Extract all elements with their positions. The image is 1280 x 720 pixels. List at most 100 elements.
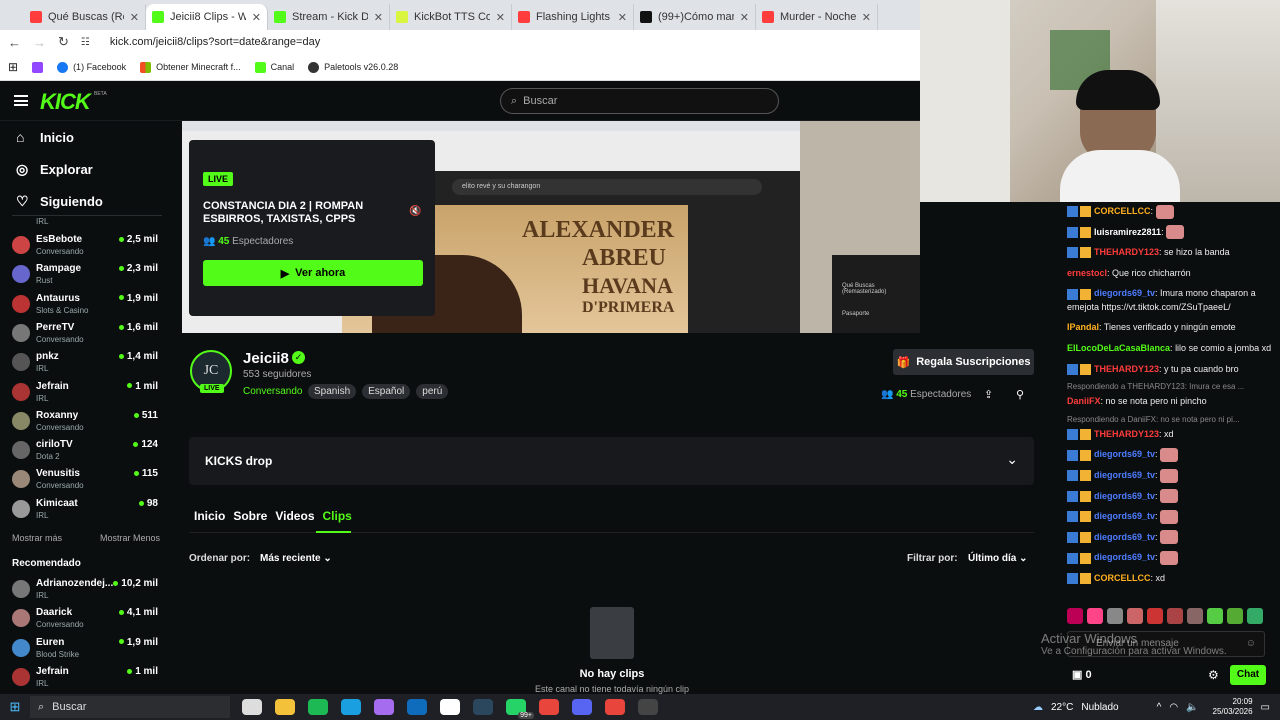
- channel-tag[interactable]: Español: [362, 384, 411, 399]
- sidebar-channel[interactable]: Antaurus Slots & Casino 1,9 mil: [12, 291, 162, 320]
- menu-icon[interactable]: [14, 95, 28, 106]
- filter-dropdown[interactable]: Último día ⌄: [968, 553, 1028, 564]
- browser-tab[interactable]: Flashing Lights - You ✕: [512, 4, 634, 30]
- emote-icon[interactable]: [1107, 608, 1123, 624]
- bookmark-canal[interactable]: Canal: [254, 61, 294, 73]
- weather-label[interactable]: Nublado: [1081, 702, 1118, 713]
- store-icon[interactable]: [440, 699, 460, 715]
- emote-icon[interactable]: [1167, 608, 1183, 624]
- chat-username[interactable]: diegords69_tv: [1094, 491, 1155, 501]
- notifications-icon[interactable]: ▭: [1261, 702, 1270, 713]
- sort-dropdown[interactable]: Más reciente ⌄: [260, 553, 332, 564]
- windows-start-icon[interactable]: ⊞: [0, 699, 30, 715]
- sidebar-channel[interactable]: Roxanny Conversando 511: [12, 408, 162, 437]
- chat-username[interactable]: ElLocoDeLaCasaBlanca: [1067, 343, 1170, 353]
- follow-user-icon[interactable]: ⚲: [1016, 388, 1024, 401]
- sidebar-channel[interactable]: ciriloTV Dota 2 124: [12, 437, 162, 466]
- emote-icon[interactable]: [1187, 608, 1203, 624]
- browser-tab[interactable]: Murder - Noche de ✕: [756, 4, 878, 30]
- watch-now-button[interactable]: ▶ Ver ahora: [203, 260, 423, 286]
- chat-username[interactable]: diegords69_tv: [1094, 288, 1155, 298]
- sidebar-channel[interactable]: pnkz IRL 1,4 mil: [12, 349, 162, 378]
- copilot-icon[interactable]: [374, 699, 394, 715]
- url-field[interactable]: kick.com/jeicii8/clips?sort=date&range=d…: [110, 36, 320, 48]
- close-tab-icon[interactable]: ✕: [374, 11, 383, 24]
- search-input[interactable]: ⌕ Buscar: [500, 88, 779, 114]
- emote-icon[interactable]: [1127, 608, 1143, 624]
- edge-icon[interactable]: [341, 699, 361, 715]
- chat-username[interactable]: IPandal: [1067, 322, 1099, 332]
- show-more-button[interactable]: Mostrar más: [12, 533, 62, 543]
- whatsapp-icon[interactable]: 99+: [506, 699, 534, 719]
- tab-videos[interactable]: Videos: [275, 509, 314, 523]
- sidebar-channel[interactable]: Jefrain IRL 1 mil: [12, 664, 162, 693]
- chat-username[interactable]: DaniiFX: [1067, 396, 1101, 406]
- sidebar-channel[interactable]: EsBebote Conversando 2,5 mil: [12, 232, 162, 261]
- tab-sobre[interactable]: Sobre: [233, 509, 267, 523]
- close-tab-icon[interactable]: ✕: [130, 11, 139, 24]
- sidebar-nav-explorar[interactable]: ◎ Explorar: [0, 153, 170, 185]
- outlook-icon[interactable]: [407, 699, 427, 715]
- emote-icon[interactable]: [1247, 608, 1263, 624]
- clock[interactable]: 20:09 25/03/2026: [1213, 697, 1253, 717]
- weather-temp[interactable]: 22°C: [1051, 702, 1073, 713]
- volume-icon[interactable]: 🔈: [1186, 702, 1198, 713]
- sidebar-channel[interactable]: PerreTV Conversando 1,6 mil: [12, 320, 162, 349]
- steam-icon[interactable]: [473, 699, 493, 715]
- site-info-icon[interactable]: ☷: [81, 37, 90, 48]
- task-view-icon[interactable]: [242, 699, 262, 715]
- file-explorer-icon[interactable]: [275, 699, 295, 715]
- chat-username[interactable]: THEHARDY123: [1094, 429, 1159, 439]
- channel-tag[interactable]: perú: [416, 384, 449, 399]
- kick-logo[interactable]: KICK: [40, 89, 91, 115]
- chat-username[interactable]: diegords69_tv: [1094, 532, 1155, 542]
- obs-icon[interactable]: [638, 699, 658, 715]
- share-icon[interactable]: ⇪: [984, 388, 993, 401]
- spotify-icon[interactable]: [308, 699, 328, 715]
- sidebar-channel[interactable]: Daarick Conversando 4,1 mil: [12, 605, 162, 634]
- sidebar-nav-siguiendo[interactable]: ♡ Siguiendo: [0, 185, 170, 217]
- browser-tab[interactable]: KickBot TTS Comman ✕: [390, 4, 512, 30]
- emoji-icon[interactable]: ☺: [1246, 638, 1256, 649]
- emote-icon[interactable]: [1207, 608, 1223, 624]
- close-tab-icon[interactable]: ✕: [740, 11, 749, 24]
- chat-settings-icon[interactable]: ⚙: [1208, 668, 1219, 682]
- back-icon[interactable]: ←: [8, 35, 21, 50]
- sidebar-channel[interactable]: Venusitis Conversando 115: [12, 466, 162, 495]
- channel-tag[interactable]: Spanish: [308, 384, 357, 399]
- bookmark-paletools[interactable]: Paletools v26.0.28: [308, 61, 398, 73]
- browser-tab[interactable]: Jeicii8 Clips - Watch ✕: [146, 4, 268, 30]
- wifi-icon[interactable]: ◠: [1169, 702, 1178, 713]
- emote-icon[interactable]: [1227, 608, 1243, 624]
- bookmark-facebook[interactable]: (1) Facebook: [57, 61, 126, 73]
- taskbar-search[interactable]: ⌕ Buscar: [30, 696, 230, 718]
- browser-tab[interactable]: (99+)Cómo manejar ✕: [634, 4, 756, 30]
- sidebar-channel[interactable]: Jefrain IRL 1 mil: [12, 379, 162, 408]
- category-link[interactable]: Conversando: [243, 386, 302, 397]
- forward-icon[interactable]: →: [33, 35, 46, 50]
- tab-clips[interactable]: Clips: [323, 509, 352, 523]
- bookmark-minecraft[interactable]: Obtener Minecraft f...: [140, 61, 241, 73]
- tab-inicio[interactable]: Inicio: [194, 509, 225, 523]
- sidebar-channel[interactable]: Adrianozendej... IRL 10,2 mil: [12, 576, 162, 605]
- discord-icon[interactable]: [572, 699, 592, 715]
- chrome-icon[interactable]: [605, 699, 625, 715]
- emote-icon[interactable]: [1087, 608, 1103, 624]
- chat-username[interactable]: diegords69_tv: [1094, 511, 1155, 521]
- browser-tab[interactable]: Qué Buscas (Rem ✕: [24, 4, 146, 30]
- chat-username[interactable]: luisramirez2811: [1094, 227, 1161, 237]
- mute-icon[interactable]: 🔇: [409, 206, 421, 217]
- chrome-icon[interactable]: [539, 699, 559, 715]
- sidebar-nav-inicio[interactable]: ⌂ Inicio: [0, 121, 170, 153]
- emote-icon[interactable]: [1067, 608, 1083, 624]
- browser-tab[interactable]: Stream - Kick Dashb ✕: [268, 4, 390, 30]
- chat-username[interactable]: diegords69_tv: [1094, 552, 1155, 562]
- show-less-button[interactable]: Mostrar Menos: [100, 533, 160, 543]
- close-tab-icon[interactable]: ✕: [862, 11, 871, 24]
- kicks-drop-panel[interactable]: KICKS drop ⌄: [189, 437, 1034, 485]
- close-tab-icon[interactable]: ✕: [496, 11, 505, 24]
- chat-username[interactable]: THEHARDY123: [1094, 247, 1159, 257]
- reload-icon[interactable]: ↻: [58, 34, 69, 50]
- apps-icon[interactable]: ⊞: [8, 60, 18, 74]
- tray-chevron-icon[interactable]: ^: [1157, 702, 1162, 713]
